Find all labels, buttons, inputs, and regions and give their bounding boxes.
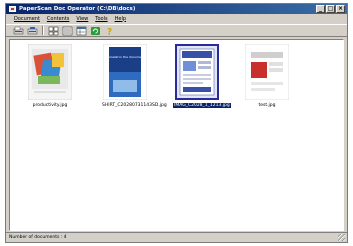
document-item[interactable]: test.jpg <box>243 43 291 108</box>
document-thumbnail[interactable] <box>175 44 219 100</box>
document-item-selected[interactable]: IMAG_C2028_1_1213.jpg <box>173 44 231 108</box>
list-view-icon[interactable] <box>62 26 73 36</box>
title-bar[interactable]: PaperScan Doc Operator (C:\DB\docs) _ □ … <box>6 4 347 14</box>
document-thumbnail[interactable] <box>27 43 73 101</box>
document-label[interactable]: productivity.jpg <box>32 103 69 108</box>
thumbnails-icon[interactable] <box>48 26 59 36</box>
document-label[interactable]: test.jpg <box>257 103 276 108</box>
window-controls: _ □ × <box>316 5 345 13</box>
svg-text:?: ? <box>107 27 112 36</box>
menu-contents[interactable]: Contents <box>47 16 70 22</box>
scan-icon[interactable] <box>13 26 24 36</box>
app-window: PaperScan Doc Operator (C:\DB\docs) _ □ … <box>5 3 348 243</box>
toolbar-separator <box>42 26 44 35</box>
detail-view-icon[interactable] <box>76 26 87 36</box>
document-label[interactable]: SHIRT_C20280731143SD.jpg <box>101 103 168 108</box>
document-count: Number of documents : 4 <box>9 235 67 240</box>
menu-tools[interactable]: Tools <box>95 16 107 22</box>
help-icon[interactable]: ? <box>104 26 115 36</box>
app-icon <box>9 6 16 12</box>
menu-view[interactable]: View <box>76 16 88 22</box>
document-item[interactable]: productivity.jpg <box>26 43 74 108</box>
document-thumbnail[interactable]: specialist in the documents <box>102 43 148 101</box>
close-button[interactable]: × <box>336 5 345 13</box>
resize-grip-icon[interactable] <box>338 234 345 241</box>
refresh-icon[interactable] <box>90 26 101 36</box>
status-bar: Number of documents : 4 <box>6 232 347 242</box>
maximize-button[interactable]: □ <box>326 5 335 13</box>
window-title: PaperScan Doc Operator (C:\DB\docs) <box>19 6 136 12</box>
document-label[interactable]: IMAG_C2028_1_1213.jpg <box>173 103 231 108</box>
thumbnail-text: specialist in the documents <box>104 55 146 59</box>
menu-document[interactable]: Document <box>14 16 40 22</box>
document-view[interactable]: productivity.jpg specialist in the docum… <box>9 39 344 231</box>
document-thumbnail[interactable] <box>244 43 290 101</box>
menu-help[interactable]: Help <box>115 16 126 22</box>
minimize-button[interactable]: _ <box>316 5 325 13</box>
scan-batch-icon[interactable] <box>27 26 38 36</box>
document-item[interactable]: specialist in the documents SHIRT_C20280… <box>101 43 167 108</box>
toolbar: ? <box>6 24 347 37</box>
menu-bar: Document Contents View Tools Help <box>6 14 347 23</box>
